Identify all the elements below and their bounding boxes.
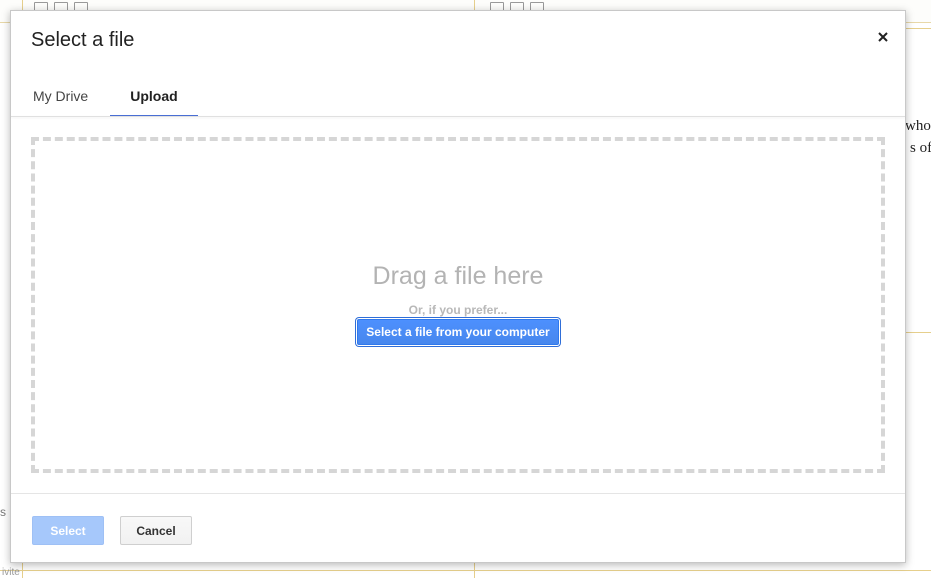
prefer-text: Or, if you prefer... (408, 303, 508, 317)
select-button[interactable]: Select (32, 516, 104, 545)
cancel-button[interactable]: Cancel (120, 516, 192, 545)
drop-title: Drag a file here (372, 262, 544, 290)
drop-zone[interactable]: Drag a file here Or, if you prefer... Se… (31, 137, 885, 473)
drop-zone-content: Drag a file here Or, if you prefer... Se… (35, 261, 881, 345)
file-picker-dialog: Select a file My Drive Upload Drag a fil… (10, 10, 906, 563)
close-icon (878, 32, 888, 42)
background-text: s of (910, 140, 931, 156)
tab-my-drive[interactable]: My Drive (11, 75, 110, 117)
dialog-title: Select a file (31, 29, 135, 51)
background-text: ivite (2, 567, 20, 578)
background-divider (0, 570, 931, 571)
background-divider (906, 332, 931, 333)
close-button[interactable] (875, 29, 891, 45)
footer-divider (11, 493, 905, 494)
select-from-computer-button[interactable]: Select a file from your computer (357, 319, 559, 345)
tab-upload[interactable]: Upload (110, 75, 199, 117)
tab-bar: My Drive Upload (11, 75, 905, 117)
background-text: s (0, 505, 6, 519)
background-divider (906, 28, 931, 29)
tabs-divider (11, 116, 905, 117)
background-text: who l (905, 118, 931, 134)
